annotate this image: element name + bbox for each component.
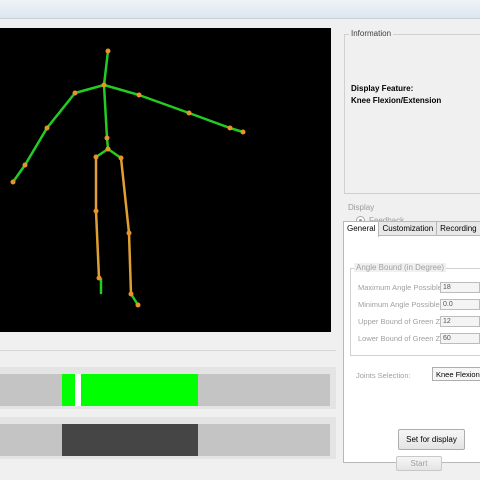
tab-customization[interactable]: Customization bbox=[378, 221, 438, 236]
angle-green-zone bbox=[62, 374, 198, 406]
max-angle-label: Maximum Angle Possible : bbox=[358, 283, 446, 292]
joint-ankle-left bbox=[96, 275, 102, 281]
min-angle-input[interactable]: 0.0 bbox=[440, 299, 480, 310]
bone-upperarm-right bbox=[137, 93, 191, 115]
tab-general[interactable]: General bbox=[343, 221, 380, 237]
range-zone bbox=[62, 424, 198, 456]
joint-elbow-left bbox=[44, 125, 50, 131]
bone-forearm-right bbox=[187, 111, 232, 130]
bone-shoulder-right bbox=[102, 83, 141, 97]
min-angle-label: Minimum Angle Possible : bbox=[358, 300, 444, 309]
display-group-title: Display bbox=[348, 203, 375, 212]
joints-selection-dropdown[interactable]: Knee Flexion bbox=[432, 367, 480, 381]
joint-foot-right bbox=[135, 302, 141, 308]
tab-recording[interactable]: Recording bbox=[436, 221, 480, 236]
joint-hand-left bbox=[10, 179, 16, 185]
control-panel: Information Display Feature: Knee Flexio… bbox=[340, 22, 480, 480]
display-feature-value: Knee Flexion/Extension bbox=[351, 96, 442, 105]
bone-neck bbox=[102, 49, 110, 87]
bone-shin-right bbox=[127, 231, 133, 296]
joint-shoulder-left bbox=[72, 90, 78, 96]
joint-knee-left bbox=[93, 208, 99, 214]
joint-hip-right bbox=[118, 155, 124, 161]
joint-hip-center bbox=[105, 146, 111, 152]
joint-knee-right bbox=[126, 230, 132, 236]
max-angle-input[interactable]: 18 bbox=[440, 282, 480, 293]
bone-spine bbox=[102, 83, 109, 140]
set-for-display-button[interactable]: Set for display bbox=[398, 429, 465, 450]
display-feature-heading: Display Feature: bbox=[351, 84, 414, 93]
range-feedback-track bbox=[0, 424, 330, 456]
joint-wrist-left bbox=[22, 162, 28, 168]
joint-neck bbox=[101, 82, 107, 88]
joints-selection-label: Joints Selection: bbox=[356, 371, 411, 380]
information-group: Information Display Feature: Knee Flexio… bbox=[344, 29, 480, 194]
angle-bound-title: Angle Bound (in Degree) bbox=[354, 263, 447, 272]
joint-ankle-right bbox=[128, 291, 134, 297]
information-title: Information bbox=[349, 29, 394, 38]
angle-feedback-track bbox=[0, 374, 330, 406]
bone-upperarm-left bbox=[45, 91, 77, 130]
joint-wrist-right bbox=[227, 125, 233, 131]
settings-tabs: General Customization Recording bbox=[343, 221, 480, 237]
joint-hip-left bbox=[93, 154, 99, 160]
joint-shoulder-right bbox=[136, 92, 142, 98]
window-titlebar bbox=[0, 0, 480, 19]
bone-forearm-left bbox=[23, 126, 49, 167]
bone-hand-left bbox=[11, 163, 27, 184]
feedback-bars-panel bbox=[0, 350, 336, 461]
bone-shin-left bbox=[94, 209, 101, 280]
lower-bound-input[interactable]: 60 bbox=[440, 333, 480, 344]
current-angle-marker bbox=[75, 374, 81, 406]
general-tab-content: Angle Bound (in Degree) Maximum Angle Po… bbox=[343, 235, 480, 463]
upper-bound-input[interactable]: 12 bbox=[440, 316, 480, 327]
joint-hand-right bbox=[240, 129, 246, 135]
joint-spine bbox=[104, 135, 110, 141]
start-button[interactable]: Start bbox=[396, 456, 442, 471]
bone-thigh-right bbox=[119, 156, 131, 235]
joint-head bbox=[105, 48, 111, 54]
skeleton-figure bbox=[10, 48, 246, 308]
skeleton-viewport bbox=[0, 28, 331, 332]
joint-elbow-right bbox=[186, 110, 192, 116]
bone-shoulder-left bbox=[73, 83, 106, 95]
